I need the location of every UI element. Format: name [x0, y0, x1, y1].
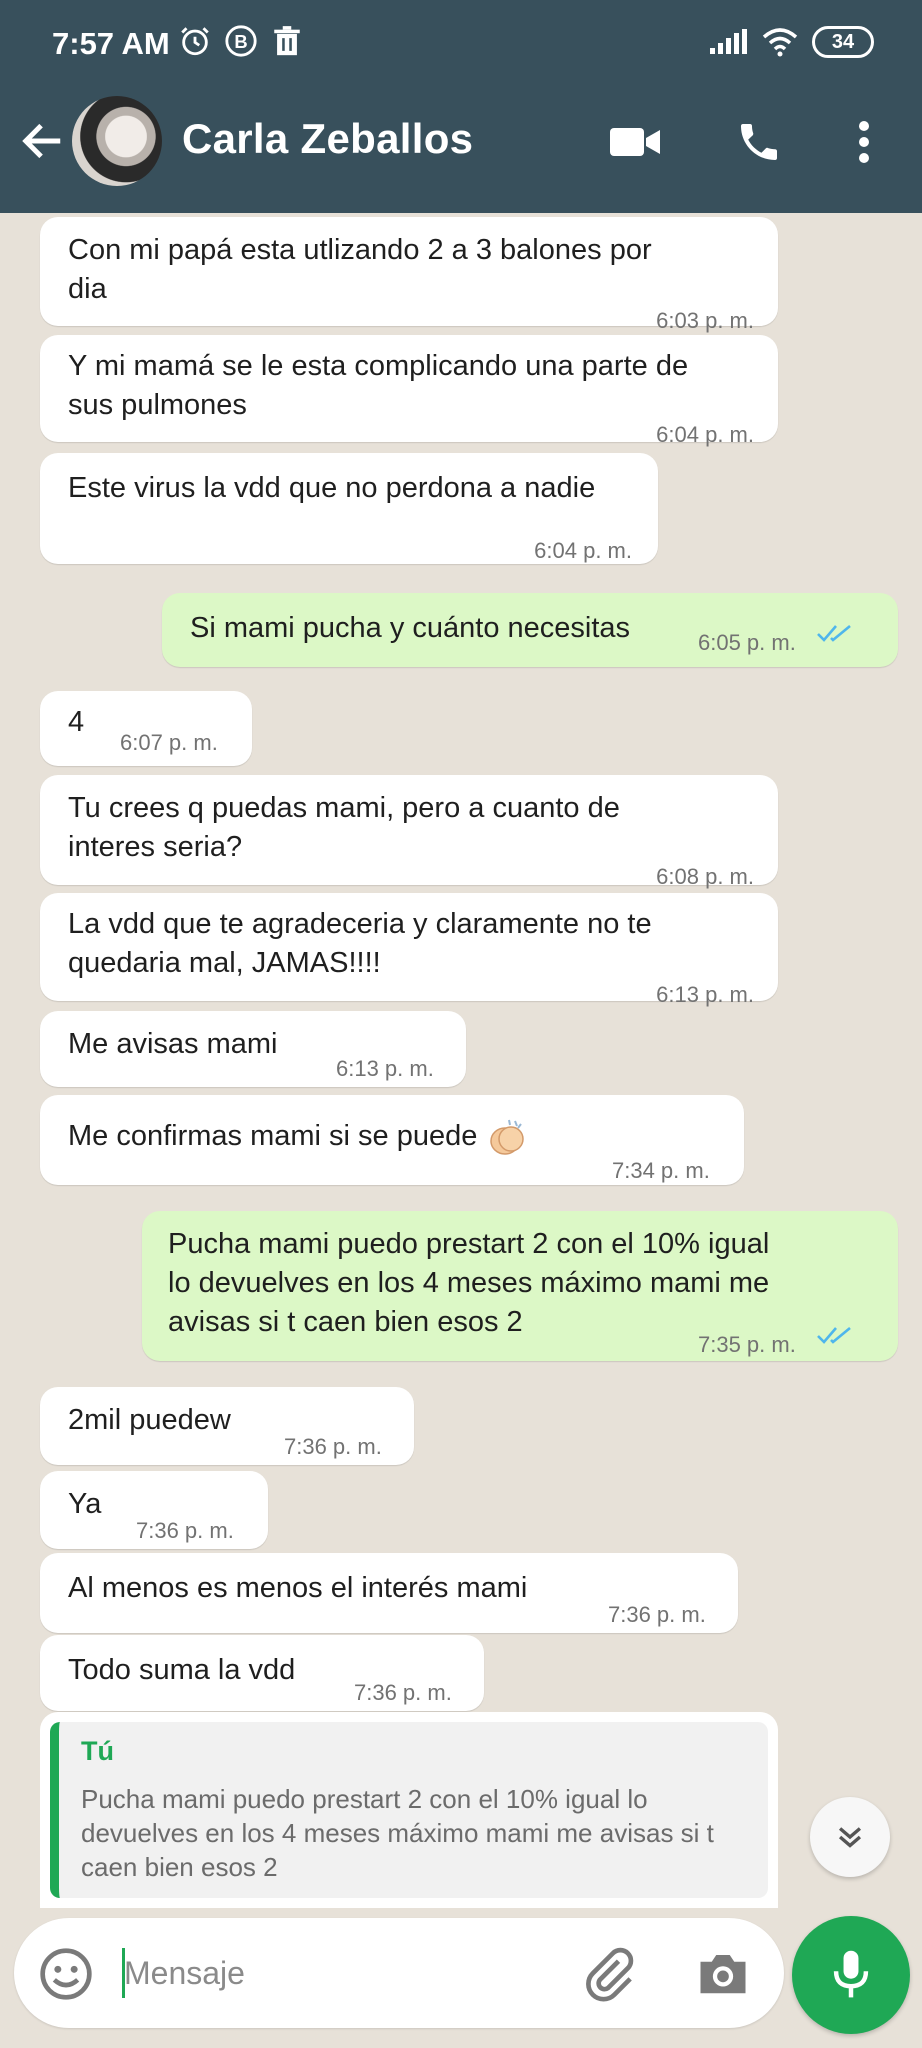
camera-icon[interactable]: [696, 1948, 750, 1998]
message-text: Al menos es menos el interés mami: [68, 1572, 528, 1604]
message-composer: [14, 1918, 784, 2028]
message-incoming[interactable]: Tu crees q puedas mami, pero a cuanto de…: [40, 775, 778, 889]
message-text: Me confirmas mami si se puede: [68, 1117, 529, 1157]
message-time: 6:13 p. m.: [336, 1056, 434, 1081]
read-receipt-icon: [817, 1326, 851, 1344]
trash-icon: [274, 26, 300, 56]
message-time: 7:36 p. m.: [284, 1434, 382, 1459]
message-text: Si mami pucha y cuánto necesitas: [190, 612, 631, 644]
message-text: 2mil puedew: [68, 1404, 231, 1436]
message-time: 7:36 p. m.: [354, 1680, 452, 1705]
message-time: 7:34 p. m.: [612, 1158, 710, 1183]
double-chevron-down-icon: [838, 1827, 862, 1848]
quoted-message[interactable]: Tú Pucha mami puedo prestart 2 con el 10…: [50, 1722, 768, 1898]
message-text: 4: [68, 706, 85, 738]
message-time: 6:05 p. m.: [698, 630, 796, 655]
message-time: 6:13 p. m.: [656, 982, 754, 1007]
message-text: Tu crees q puedas mami, pero a cuanto de…: [68, 792, 620, 863]
message-text: Este virus la vdd que no perdona a nadie: [68, 472, 596, 504]
status-right: 34: [708, 26, 874, 58]
message-text: Con mi papá esta utlizando 2 a 3 balones…: [68, 234, 652, 305]
quoted-author: Tú: [81, 1736, 114, 1766]
quoted-text: Pucha mami puedo prestart 2 con el 10% i…: [81, 1784, 714, 1882]
message-incoming[interactable]: Y mi mamá se le esta complicando una par…: [40, 335, 778, 447]
microphone-icon: [833, 1950, 869, 1998]
b-notification-icon: B: [225, 25, 257, 57]
message-time: 6:07 p. m.: [120, 730, 218, 755]
scroll-to-bottom-button[interactable]: [810, 1797, 890, 1877]
message-text: Me avisas mami: [68, 1028, 278, 1060]
emoji-icon[interactable]: [38, 1946, 94, 2002]
alarm-icon: [181, 27, 209, 56]
read-receipt-icon: [817, 624, 851, 642]
message-incoming[interactable]: Con mi papá esta utlizando 2 a 3 balones…: [40, 217, 778, 333]
phone-icon[interactable]: [732, 118, 786, 166]
message-text: Y mi mamá se le esta complicando una par…: [68, 350, 689, 421]
app-bar: 7:57 AM B 34 Carla Zeballos: [0, 0, 922, 213]
svg-text:B: B: [234, 31, 247, 52]
message-incoming[interactable]: Ya 7:36 p. m.: [40, 1471, 268, 1549]
message-time: 7:36 p. m.: [608, 1602, 706, 1627]
voice-message-button[interactable]: [792, 1916, 910, 2034]
message-time: 7:35 p. m.: [698, 1332, 796, 1357]
message-input[interactable]: [124, 1945, 564, 2001]
message-time: 7:36 p. m.: [136, 1518, 234, 1543]
message-text: La vdd que te agradeceria y claramente n…: [68, 908, 652, 979]
signal-icon: [710, 29, 747, 54]
status-time: 7:57 AM: [52, 26, 170, 61]
battery-indicator: 34: [812, 26, 874, 58]
paperclip-icon[interactable]: [580, 1946, 636, 2002]
message-time: 6:04 p. m.: [656, 422, 754, 447]
message-incoming[interactable]: 2mil puedew 7:36 p. m.: [40, 1387, 414, 1465]
message-text: Ya: [68, 1488, 102, 1520]
contact-avatar[interactable]: [72, 96, 162, 186]
message-outgoing[interactable]: Si mami pucha y cuánto necesitas 6:05 p.…: [162, 593, 898, 667]
message-incoming[interactable]: Este virus la vdd que no perdona a nadie…: [40, 453, 658, 564]
message-incoming[interactable]: Me avisas mami 6:13 p. m.: [40, 1011, 466, 1087]
message-text-content: Me confirmas mami si se puede: [68, 1120, 478, 1152]
back-arrow-icon[interactable]: [20, 118, 66, 164]
wifi-icon: [762, 28, 798, 57]
message-incoming[interactable]: 4 6:07 p. m.: [40, 691, 252, 766]
message-incoming[interactable]: Al menos es menos el interés mami 7:36 p…: [40, 1553, 738, 1633]
more-options-icon[interactable]: [840, 118, 888, 166]
status-icons: B: [178, 24, 304, 58]
message-incoming[interactable]: Me confirmas mami si se puede 7:34 p. m.: [40, 1095, 744, 1185]
message-outgoing[interactable]: Pucha mami puedo prestart 2 con el 10% i…: [142, 1211, 898, 1361]
message-time: 6:08 p. m.: [656, 864, 754, 889]
message-text: Todo suma la vdd: [68, 1654, 296, 1686]
message-incoming[interactable]: Todo suma la vdd 7:36 p. m.: [40, 1635, 484, 1711]
video-call-icon[interactable]: [608, 118, 662, 166]
contact-name[interactable]: Carla Zeballos: [182, 115, 473, 163]
chat-area[interactable]: Con mi papá esta utlizando 2 a 3 balones…: [0, 213, 922, 1908]
reply-preview[interactable]: Tú Pucha mami puedo prestart 2 con el 10…: [40, 1712, 778, 1908]
message-text: Pucha mami puedo prestart 2 con el 10% i…: [168, 1228, 770, 1338]
message-incoming[interactable]: La vdd que te agradeceria y claramente n…: [40, 893, 778, 1007]
clapping-hands-emoji: [490, 1120, 525, 1156]
message-time: 6:04 p. m.: [534, 538, 632, 563]
